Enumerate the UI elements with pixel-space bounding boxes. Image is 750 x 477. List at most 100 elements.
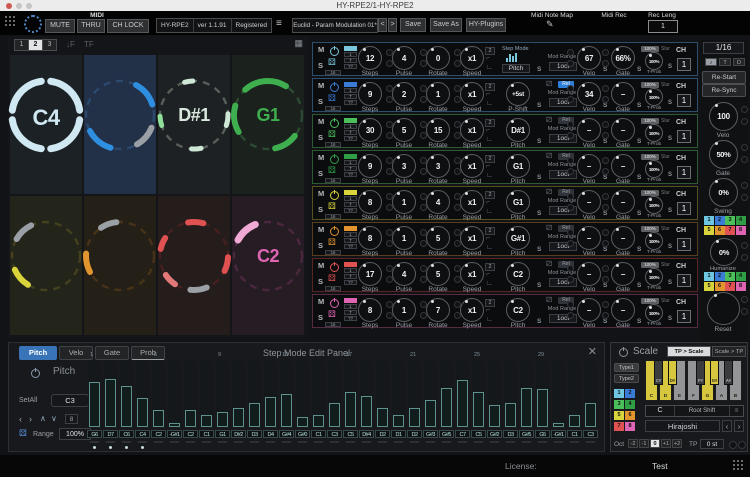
dice-icon[interactable]: ⚄: [328, 202, 336, 211]
direction-icon[interactable]: ∟: [486, 172, 493, 179]
track-select-button[interactable]: 3: [725, 272, 735, 281]
mod-slot[interactable]: [741, 118, 748, 125]
hy-plugins-button[interactable]: HY-Plugins: [466, 18, 506, 32]
track-select-button[interactable]: 6: [715, 226, 725, 235]
pencil-icon[interactable]: ✎: [546, 19, 554, 30]
velo-knob[interactable]: 67: [577, 46, 601, 70]
mod-dice-icon[interactable]: ⚂: [546, 188, 552, 197]
velo-knob[interactable]: –: [577, 154, 601, 178]
solo-button[interactable]: S: [318, 169, 323, 178]
mod-slot[interactable]: [602, 121, 609, 128]
gate-knob[interactable]: 66%: [611, 46, 635, 70]
pulse-knob[interactable]: 1: [392, 226, 416, 250]
grid-length-box[interactable]: 16: [325, 142, 341, 147]
pulse-knob[interactable]: 1: [392, 190, 416, 214]
slur-label[interactable]: Slur: [661, 226, 670, 232]
pad-bank-tab-2[interactable]: 2: [28, 39, 43, 51]
mute-button[interactable]: M: [318, 45, 324, 54]
mini-button[interactable]: ??: [344, 208, 357, 213]
power-icon[interactable]: [330, 155, 339, 164]
mod-slot[interactable]: [741, 156, 748, 163]
track-color-chip[interactable]: [344, 262, 357, 267]
direction-icon[interactable]: ⌐: [486, 127, 490, 134]
setall-value-box[interactable]: C3: [51, 394, 89, 407]
solo-button[interactable]: S: [318, 313, 323, 322]
mute-button[interactable]: M: [318, 153, 324, 162]
scale-track-button[interactable]: 4: [625, 400, 635, 409]
resync-button[interactable]: Re-Sync: [702, 84, 746, 97]
pitch-s-button[interactable]: S: [537, 102, 541, 109]
steps-knob[interactable]: 9: [358, 154, 382, 178]
pitch-bar[interactable]: [521, 388, 532, 427]
track-select-button[interactable]: 4: [736, 272, 746, 281]
slur-label[interactable]: Slur: [661, 82, 670, 88]
tprob-s-button[interactable]: S: [668, 100, 672, 106]
mod-slot[interactable]: [602, 168, 609, 175]
preset-next-button[interactable]: >: [388, 18, 397, 32]
preset-selector[interactable]: Euclid - Param Modulation 01*: [292, 18, 378, 33]
pitch-bar[interactable]: [297, 417, 308, 427]
scale-track-button[interactable]: 5: [614, 411, 624, 420]
mod-slot[interactable]: [602, 96, 609, 103]
step-mark[interactable]: [154, 441, 163, 443]
step-mark[interactable]: [282, 441, 291, 443]
midi-thru-button[interactable]: THRU: [77, 19, 105, 33]
rotate-knob[interactable]: 4: [426, 190, 450, 214]
power-icon[interactable]: [330, 47, 339, 56]
tprob-knob[interactable]: 100%: [645, 124, 663, 142]
ch-value-box[interactable]: 1: [677, 94, 691, 107]
mini-button[interactable]: T: [344, 94, 357, 99]
mod-slot[interactable]: [602, 265, 609, 272]
mini-button[interactable]: 1: [344, 124, 357, 129]
steps-knob[interactable]: 17: [358, 262, 382, 286]
dice-icon[interactable]: ⚄: [328, 58, 336, 67]
direction-icon[interactable]: ∟: [486, 280, 493, 287]
dice-icon[interactable]: ⚄: [328, 130, 336, 139]
sort-up-icon[interactable]: TF: [84, 40, 94, 49]
mini-button[interactable]: T: [344, 202, 357, 207]
track-select-button[interactable]: 7: [725, 226, 735, 235]
grid-length-box[interactable]: 16: [325, 250, 341, 255]
dice-icon[interactable]: ⚄: [328, 310, 336, 319]
pitch-knob[interactable]: C2: [506, 298, 530, 322]
steps-knob[interactable]: 8: [358, 298, 382, 322]
track-color-chip[interactable]: [344, 154, 357, 159]
dice-icon[interactable]: ⚄: [328, 94, 336, 103]
pulse-knob[interactable]: 4: [392, 46, 416, 70]
solo-button[interactable]: S: [318, 61, 323, 70]
pad-bank-tab-3[interactable]: 3: [42, 39, 57, 51]
track-select-button[interactable]: 1: [704, 216, 714, 225]
velo-knob[interactable]: –: [577, 298, 601, 322]
scale-key-A#[interactable]: A#: [724, 360, 733, 385]
shift-down-button[interactable]: ∨: [51, 414, 57, 423]
mod-slot[interactable]: [567, 193, 574, 200]
speed-knob[interactable]: x1: [460, 226, 484, 250]
step-mark[interactable]: [570, 441, 579, 443]
velo-knob[interactable]: –: [577, 262, 601, 286]
scale-key-D#[interactable]: D#: [668, 360, 677, 385]
step-mark[interactable]: [218, 441, 227, 443]
velo-knob[interactable]: –: [577, 226, 601, 250]
speed-knob[interactable]: x1: [460, 262, 484, 286]
menu-icon[interactable]: ≡: [276, 18, 282, 29]
tprob-s-button[interactable]: S: [668, 316, 672, 322]
ch-value-box[interactable]: 1: [677, 58, 691, 71]
save-as-button[interactable]: Save As: [430, 18, 462, 32]
mini-button[interactable]: 1: [344, 196, 357, 201]
mod-slot[interactable]: [567, 60, 574, 67]
mod-slot[interactable]: [602, 132, 609, 139]
track-color-chip[interactable]: [344, 226, 357, 231]
velo-knob[interactable]: 34: [577, 82, 601, 106]
pad[interactable]: [84, 196, 156, 335]
mini-button[interactable]: T: [344, 274, 357, 279]
oct-zero[interactable]: 0: [650, 439, 660, 448]
direction-icon[interactable]: ⌐: [486, 271, 490, 278]
pitch-bar[interactable]: [409, 408, 420, 427]
pitch-knob[interactable]: +5st: [506, 82, 530, 106]
mini-button[interactable]: ??: [344, 136, 357, 141]
step-mark[interactable]: [554, 441, 563, 443]
mod-slot[interactable]: [602, 312, 609, 319]
mod-slot[interactable]: [567, 132, 574, 139]
solo-button[interactable]: S: [318, 133, 323, 142]
solo-button[interactable]: S: [318, 277, 323, 286]
